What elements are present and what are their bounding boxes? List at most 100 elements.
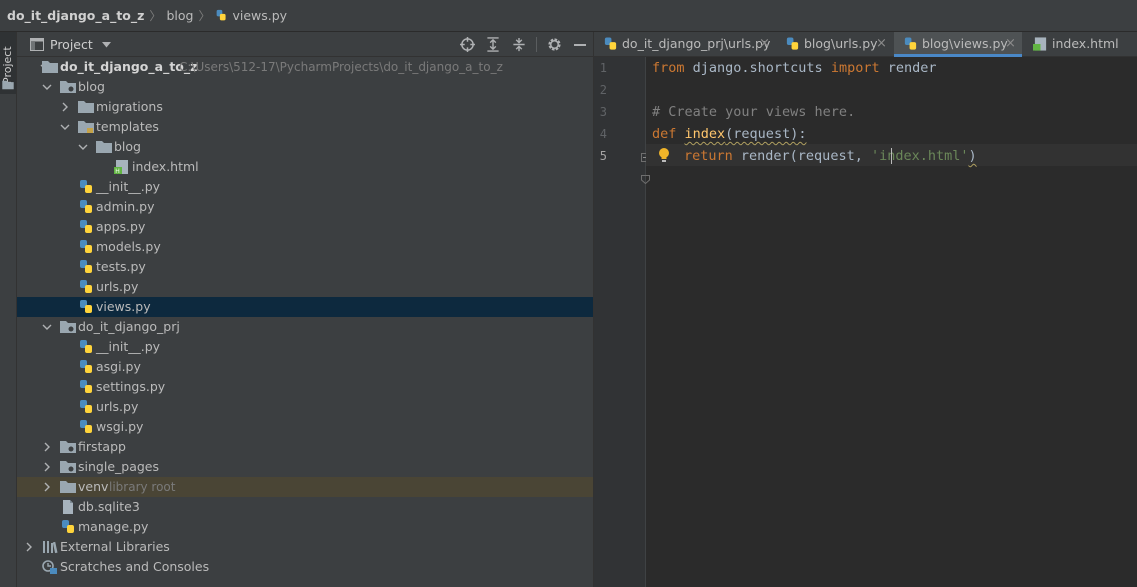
- line-number: 4: [599, 127, 607, 141]
- tree-node-file[interactable]: asgi.py: [17, 357, 593, 377]
- tree-node-manage[interactable]: manage.py: [17, 517, 593, 537]
- file-icon: [63, 500, 73, 514]
- tree-node-templates[interactable]: templates: [17, 117, 593, 137]
- tree-node-file-selected[interactable]: views.py: [17, 297, 593, 317]
- tab-blog-views[interactable]: blog\views.py ×: [894, 32, 1022, 57]
- chevron-down-icon[interactable]: [77, 137, 89, 157]
- tree-node-file[interactable]: urls.py: [17, 397, 593, 417]
- folder-icon: [2, 80, 14, 90]
- python-file-icon: [80, 280, 92, 293]
- project-panel: Project do_it_django_a_to_z C:\Users\512…: [17, 32, 593, 587]
- html-file-icon: H: [114, 160, 128, 174]
- tree-node-migrations[interactable]: migrations: [17, 97, 593, 117]
- python-file-icon: [80, 180, 92, 193]
- tree-node-templates-blog[interactable]: blog: [17, 137, 593, 157]
- python-file-icon: [80, 260, 92, 273]
- tree-node-file[interactable]: settings.py: [17, 377, 593, 397]
- tree-node-file[interactable]: urls.py: [17, 277, 593, 297]
- python-file-icon: [786, 37, 799, 50]
- tab-index-html[interactable]: index.html: [1024, 32, 1124, 56]
- chevron-right-icon[interactable]: [41, 437, 53, 457]
- folder-icon: [60, 81, 76, 93]
- chevron-right-icon: 〉: [149, 9, 162, 23]
- breadcrumb-folder[interactable]: blog: [166, 8, 193, 23]
- project-tool-tab[interactable]: Project: [0, 32, 16, 94]
- tree-node-file[interactable]: admin.py: [17, 197, 593, 217]
- close-tab-icon[interactable]: ×: [759, 32, 770, 56]
- close-tab-icon[interactable]: ×: [876, 32, 887, 56]
- chevron-down-icon[interactable]: [41, 77, 53, 97]
- tree-node-file[interactable]: wsgi.py: [17, 417, 593, 437]
- collapse-all-icon[interactable]: [506, 32, 532, 57]
- folder-icon: [60, 461, 76, 473]
- code-line-3[interactable]: # Create your views here.: [652, 101, 855, 123]
- tree-node-file[interactable]: tests.py: [17, 257, 593, 277]
- python-file-icon: [80, 240, 92, 253]
- tab-prj-urls[interactable]: do_it_django_prj\urls.py ×: [594, 32, 774, 56]
- project-window-icon: [30, 37, 44, 51]
- folder-icon: [60, 481, 76, 493]
- chevron-right-icon[interactable]: [41, 477, 53, 497]
- hide-icon[interactable]: [567, 32, 593, 57]
- chevron-down-icon[interactable]: [59, 117, 71, 137]
- code-line-5[interactable]: return render(request, 'index.html'): [684, 145, 977, 167]
- fold-end-icon[interactable]: [641, 175, 650, 184]
- code-line-1[interactable]: from django.shortcuts import render: [652, 57, 937, 79]
- tree-node-prj[interactable]: do_it_django_prj: [17, 317, 593, 337]
- folder-icon: [96, 141, 112, 153]
- python-file-icon: [80, 200, 92, 213]
- tree-node-firstapp[interactable]: firstapp: [17, 437, 593, 457]
- close-tab-icon[interactable]: ×: [1005, 32, 1016, 56]
- python-file-icon: [80, 360, 92, 373]
- project-tree: do_it_django_a_to_z C:\Users\512-17\Pych…: [17, 57, 593, 577]
- project-view-selector[interactable]: Project: [30, 37, 111, 52]
- editor-area: do_it_django_prj\urls.py × blog\urls.py …: [593, 32, 1137, 587]
- python-file-icon: [904, 37, 917, 50]
- line-number: 3: [599, 105, 607, 119]
- folder-icon: [78, 101, 94, 113]
- divider: [536, 37, 537, 52]
- navigation-breadcrumb: do_it_django_a_to_z 〉 blog 〉 views.py: [0, 0, 1137, 32]
- chevron-right-icon: 〉: [198, 9, 211, 23]
- code-line-4[interactable]: def index(request):: [652, 123, 806, 145]
- python-file-icon: [80, 220, 92, 233]
- expand-all-icon[interactable]: [480, 32, 506, 57]
- folder-icon: [60, 321, 76, 333]
- chevron-down-icon[interactable]: [41, 317, 53, 337]
- python-file-icon: [80, 400, 92, 413]
- breadcrumb-file[interactable]: views.py: [215, 8, 287, 23]
- line-number: 5: [599, 149, 607, 163]
- tree-node-index-html[interactable]: H index.html: [17, 157, 593, 177]
- text-cursor: [891, 148, 892, 164]
- locate-icon[interactable]: [454, 32, 480, 57]
- templates-folder-icon: [78, 121, 94, 133]
- tab-blog-urls[interactable]: blog\urls.py ×: [776, 32, 891, 56]
- python-file-icon: [604, 37, 617, 50]
- svg-text:H: H: [115, 168, 120, 174]
- chevron-right-icon[interactable]: [23, 537, 35, 557]
- tree-node-external-libraries[interactable]: External Libraries: [17, 537, 593, 557]
- python-file-icon: [217, 9, 227, 21]
- tree-node-file[interactable]: __init__.py: [17, 337, 593, 357]
- tree-node-db[interactable]: db.sqlite3: [17, 497, 593, 517]
- python-file-icon: [80, 340, 92, 353]
- editor-gutter: 1 2 3 4 5: [594, 57, 650, 587]
- lightbulb-icon[interactable]: [658, 147, 670, 163]
- tree-node-root[interactable]: do_it_django_a_to_z C:\Users\512-17\Pych…: [17, 57, 593, 77]
- tree-node-blog[interactable]: blog: [17, 77, 593, 97]
- line-number: 1: [599, 61, 607, 75]
- breadcrumb-project[interactable]: do_it_django_a_to_z: [7, 8, 144, 23]
- tree-node-file[interactable]: __init__.py: [17, 177, 593, 197]
- chevron-right-icon[interactable]: [59, 97, 71, 117]
- tree-node-scratches[interactable]: Scratches and Consoles: [17, 557, 593, 577]
- tree-node-single-pages[interactable]: single_pages: [17, 457, 593, 477]
- tree-node-file[interactable]: apps.py: [17, 217, 593, 237]
- tree-node-file[interactable]: models.py: [17, 237, 593, 257]
- tool-window-stripe: Project: [0, 32, 17, 587]
- gear-icon[interactable]: [541, 32, 567, 57]
- python-file-icon: [62, 520, 74, 533]
- editor-tab-bar: do_it_django_prj\urls.py × blog\urls.py …: [594, 32, 1137, 57]
- html-file-icon: [1033, 37, 1047, 51]
- tree-node-venv[interactable]: venv library root: [17, 477, 593, 497]
- chevron-right-icon[interactable]: [41, 457, 53, 477]
